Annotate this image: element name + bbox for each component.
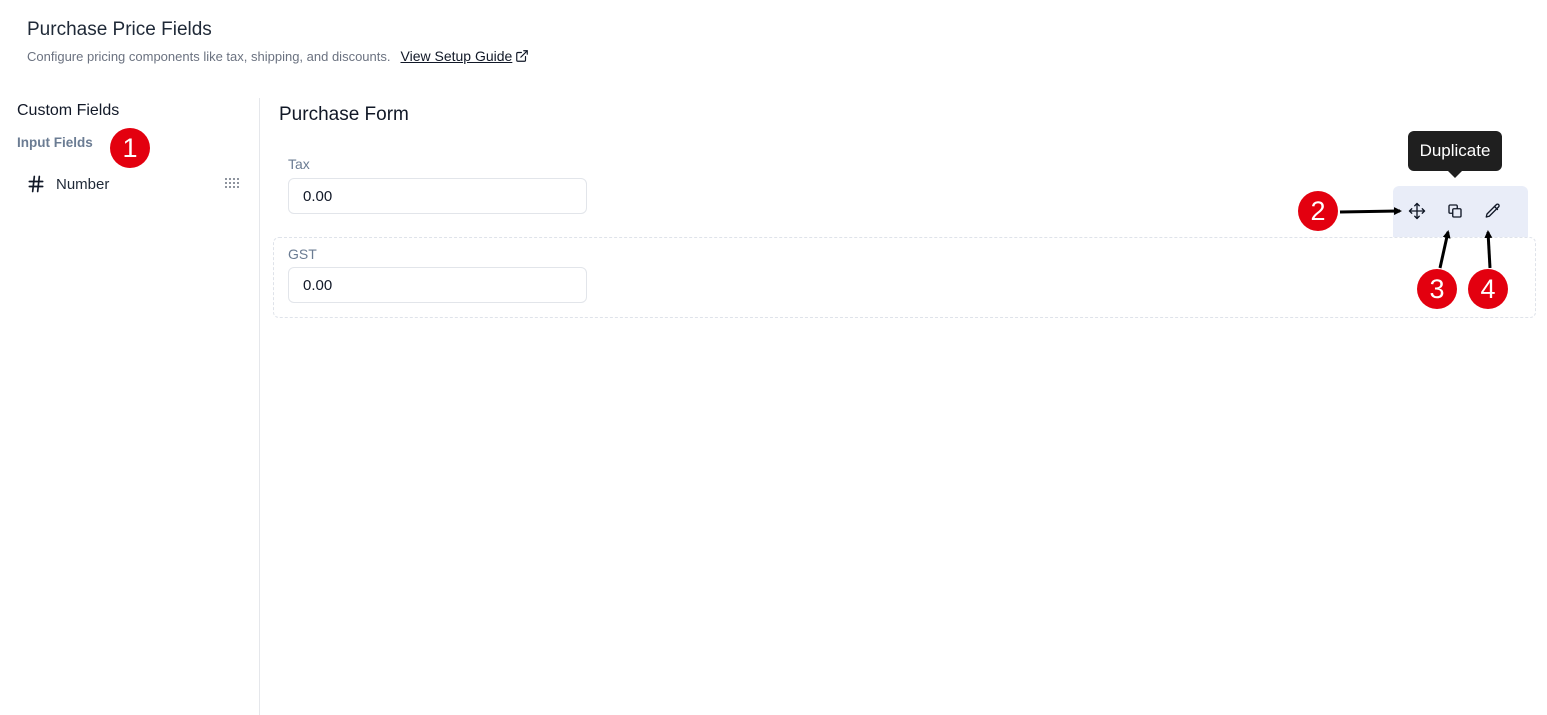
page-header: Purchase Price Fields Configure pricing … [27, 18, 529, 64]
subtitle-row: Configure pricing components like tax, s… [27, 48, 529, 64]
external-link-icon [516, 50, 529, 62]
form-title: Purchase Form [279, 104, 409, 125]
sidebar-title: Custom Fields [17, 102, 120, 119]
hash-icon [28, 175, 44, 193]
tax-input[interactable] [288, 178, 587, 214]
move-button[interactable] [1405, 199, 1429, 223]
edit-icon [1485, 203, 1500, 218]
purchase-form-panel: Purchase Form Tax GST [260, 98, 1547, 715]
gst-label: GST [288, 246, 317, 262]
duplicate-button[interactable] [1443, 199, 1467, 223]
gst-input[interactable] [288, 267, 587, 303]
gst-field[interactable]: GST [273, 237, 1536, 318]
sidebar-item-number[interactable]: Number [17, 170, 242, 198]
tax-field[interactable]: Tax [273, 148, 1534, 227]
drag-handle-icon[interactable] [224, 177, 240, 189]
view-setup-guide-link[interactable]: View Setup Guide [401, 48, 530, 64]
edit-button[interactable] [1481, 199, 1505, 223]
annotation-badge-4: 4 [1468, 269, 1508, 309]
tooltip-arrow [1448, 171, 1462, 178]
move-icon [1408, 202, 1426, 220]
field-action-toolbar [1393, 186, 1528, 237]
tax-label: Tax [288, 156, 310, 172]
custom-fields-sidebar: Custom Fields Input Fields Number [0, 98, 260, 715]
sidebar-item-label: Number [56, 175, 110, 193]
sidebar-subtitle: Input Fields [17, 135, 93, 150]
annotation-badge-1: 1 [110, 128, 150, 168]
duplicate-tooltip: Duplicate [1408, 131, 1502, 171]
page-title: Purchase Price Fields [27, 19, 212, 40]
annotation-badge-2: 2 [1298, 191, 1338, 231]
annotation-badge-3: 3 [1417, 269, 1457, 309]
duplicate-icon [1448, 204, 1462, 218]
guide-link-label: View Setup Guide [400, 48, 513, 64]
page-subtitle: Configure pricing components like tax, s… [27, 48, 391, 64]
